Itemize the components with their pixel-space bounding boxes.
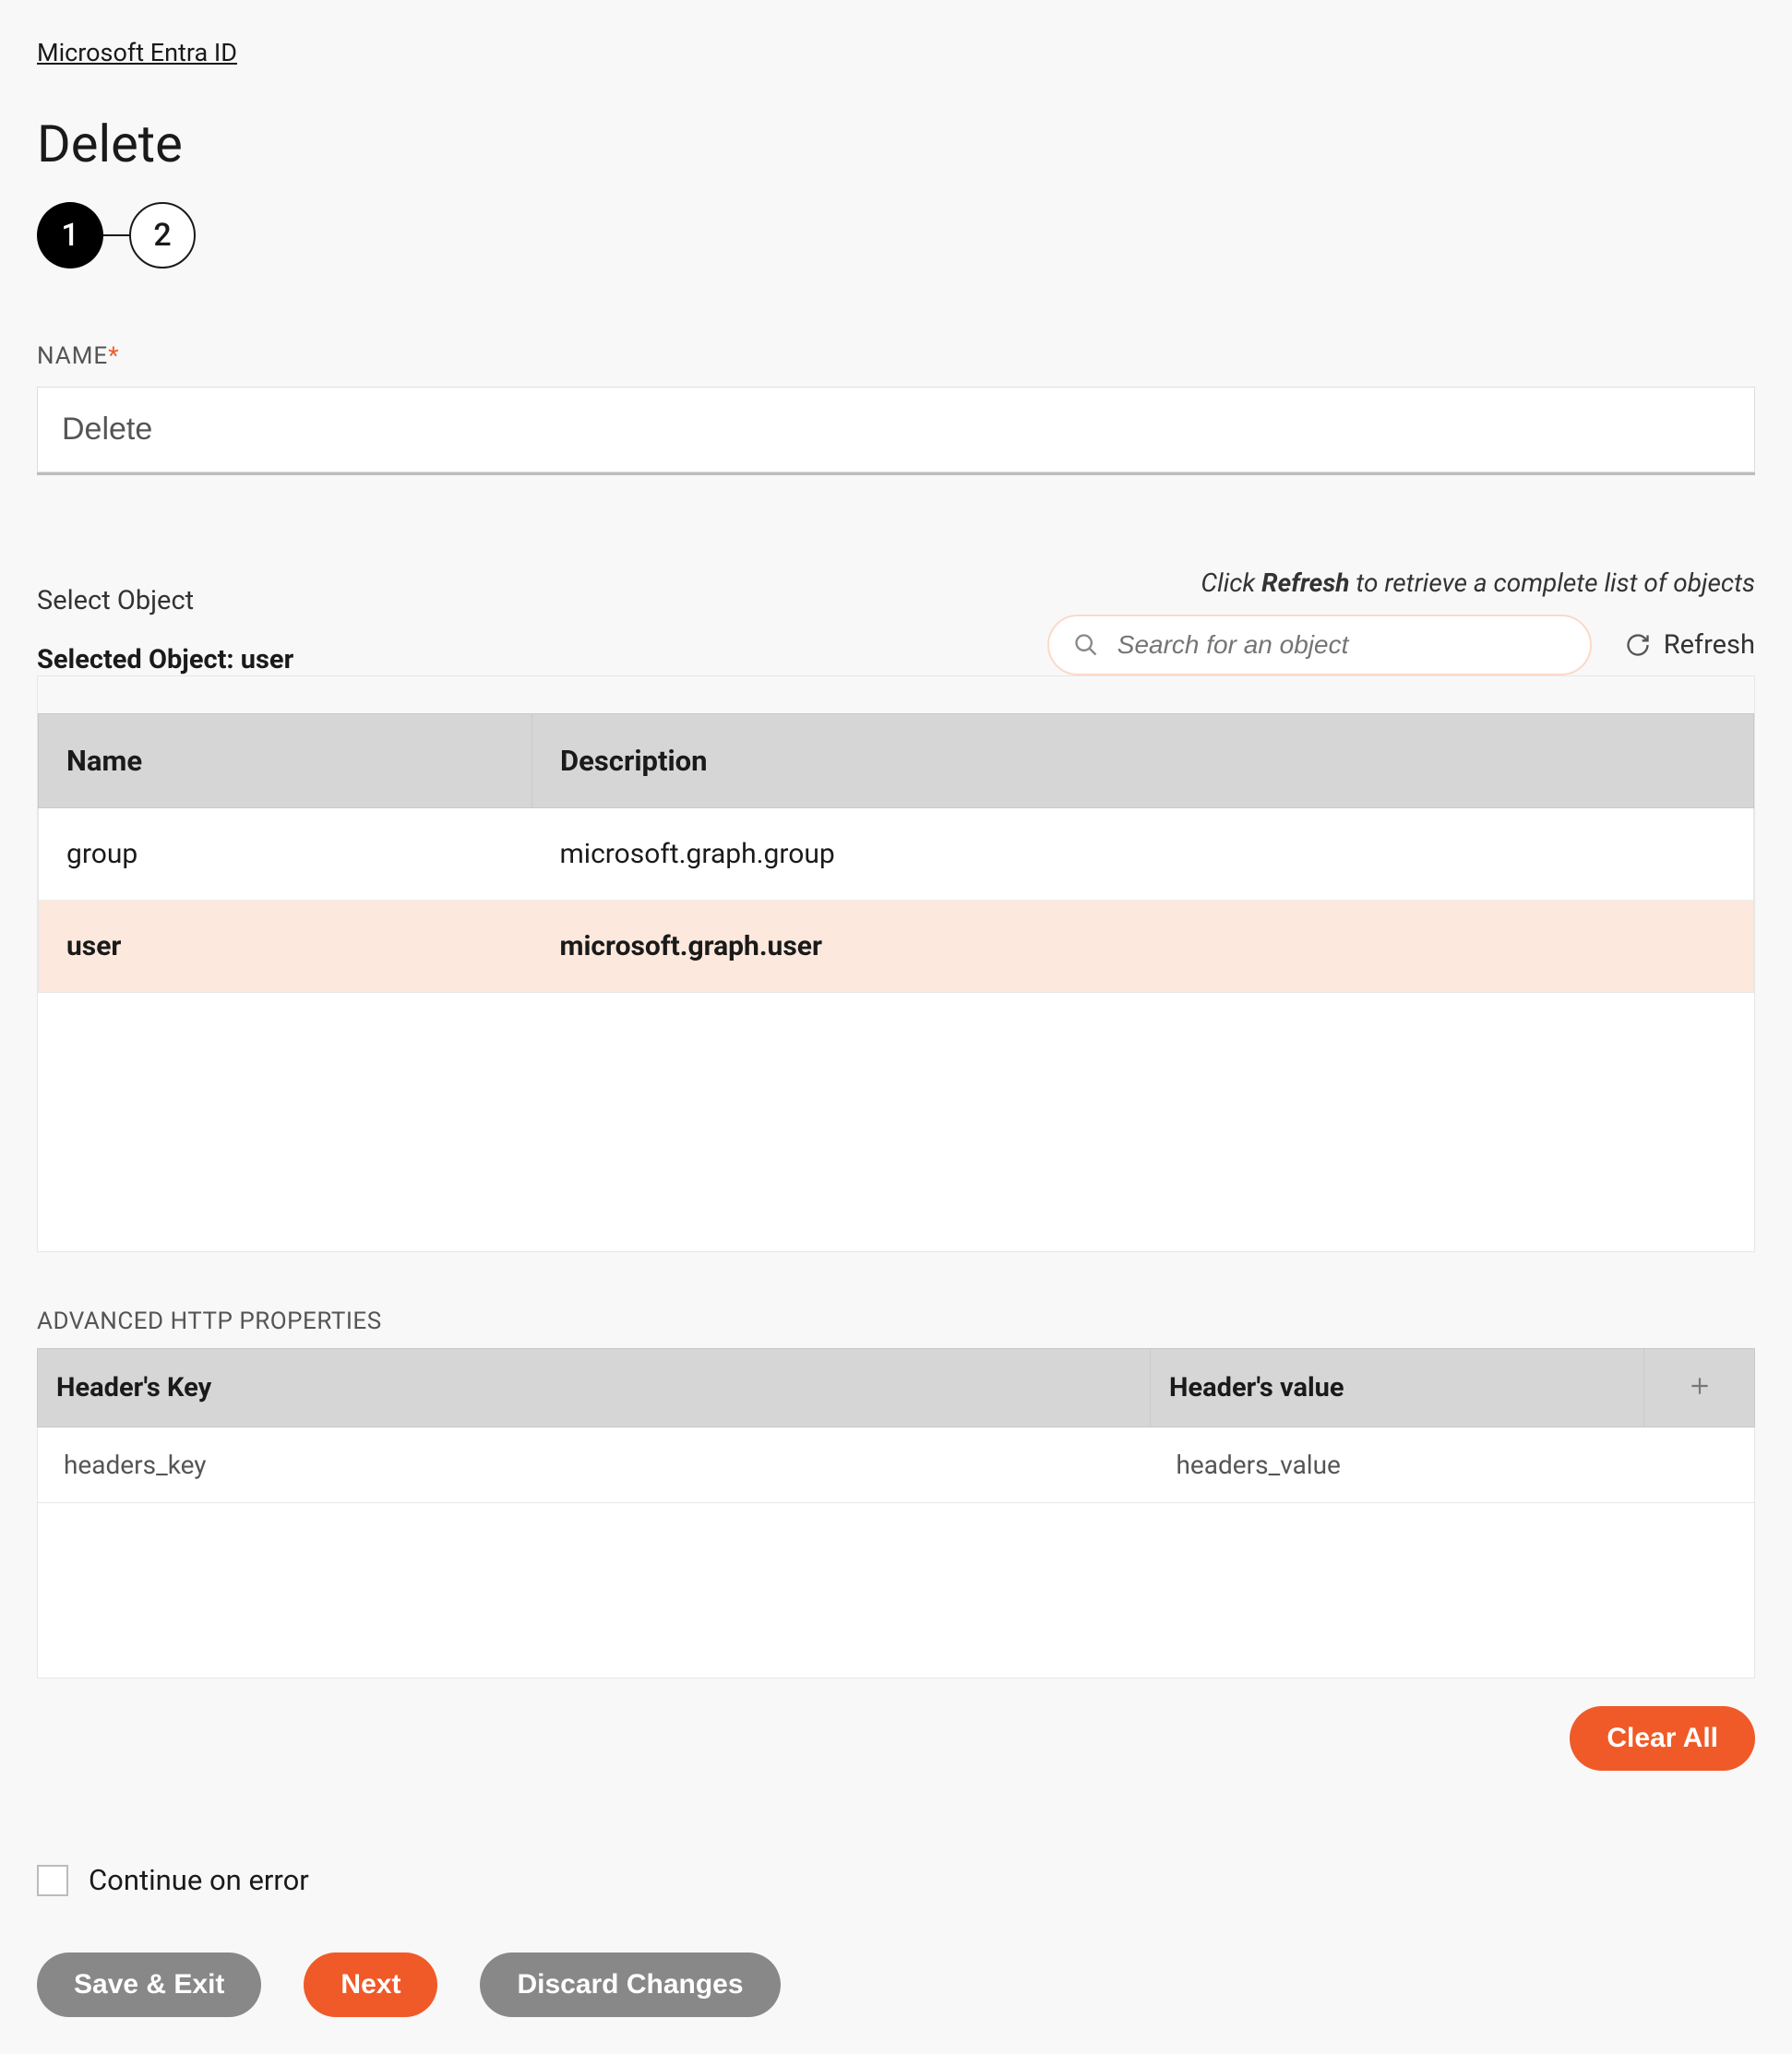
refresh-icon (1625, 632, 1651, 658)
search-box[interactable] (1047, 615, 1592, 675)
col-header-key: Header's Key (38, 1349, 1151, 1427)
step-1[interactable]: 1 (37, 202, 103, 269)
headers-empty-space (37, 1503, 1755, 1678)
search-icon (1073, 632, 1099, 658)
continue-on-error-checkbox[interactable] (37, 1865, 68, 1896)
headers-table: Header's Key Header's value headers_keyh… (37, 1348, 1755, 1503)
page-title: Delete (37, 113, 1755, 174)
step-connector (103, 234, 129, 236)
selected-object: Selected Object: user (37, 644, 293, 675)
cell-name: group (39, 808, 532, 901)
breadcrumb-link[interactable]: Microsoft Entra ID (37, 38, 237, 67)
col-name: Name (39, 714, 532, 808)
name-label: NAME* (37, 342, 1755, 370)
refresh-button[interactable]: Refresh (1625, 629, 1755, 661)
add-header-button[interactable] (1644, 1349, 1755, 1427)
cell-key: headers_key (38, 1427, 1151, 1503)
clear-all-button[interactable]: Clear All (1570, 1706, 1755, 1771)
name-input[interactable] (37, 387, 1755, 472)
next-button[interactable]: Next (304, 1952, 437, 2017)
continue-on-error-label: Continue on error (89, 1863, 309, 1897)
cell-desc: microsoft.graph.user (532, 901, 1754, 993)
cell-name: user (39, 901, 532, 993)
cell-val: headers_value (1151, 1427, 1644, 1503)
object-table: Name Description groupmicrosoft.graph.gr… (38, 713, 1754, 993)
object-table-empty-space (38, 993, 1754, 1251)
col-header-value: Header's value (1151, 1349, 1644, 1427)
save-exit-button[interactable]: Save & Exit (37, 1952, 261, 2017)
plus-icon (1688, 1374, 1712, 1398)
col-desc: Description (532, 714, 1754, 808)
cell-desc: microsoft.graph.group (532, 808, 1754, 901)
step-2[interactable]: 2 (129, 202, 196, 269)
cell-actions (1644, 1427, 1755, 1503)
table-row[interactable]: groupmicrosoft.graph.group (39, 808, 1754, 901)
table-row[interactable]: usermicrosoft.graph.user (39, 901, 1754, 993)
refresh-hint: Click Refresh to retrieve a complete lis… (1047, 567, 1755, 598)
stepper: 1 2 (37, 202, 1755, 269)
select-object-label: Select Object (37, 585, 293, 616)
table-row[interactable]: headers_keyheaders_value (38, 1427, 1755, 1503)
search-input[interactable] (1116, 629, 1566, 661)
discard-button[interactable]: Discard Changes (480, 1952, 780, 2017)
advanced-http-label: ADVANCED HTTP PROPERTIES (37, 1308, 1755, 1335)
